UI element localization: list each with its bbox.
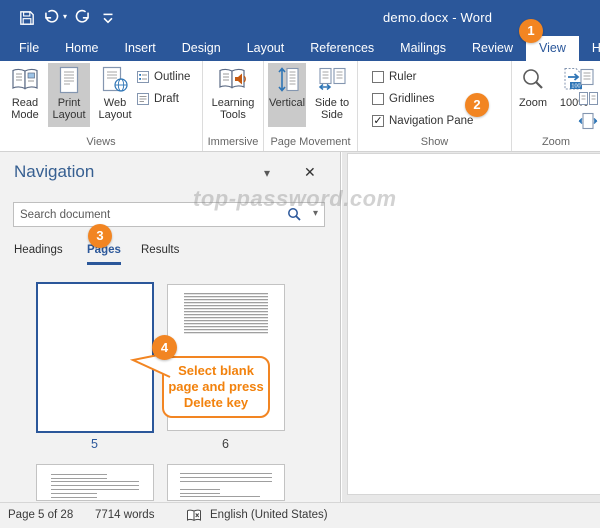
zoom-button[interactable]: Zoom: [514, 63, 552, 127]
search-options-caret-icon[interactable]: ▾: [313, 208, 318, 219]
read-mode-label: Read Mode: [4, 97, 46, 121]
tab-design[interactable]: Design: [169, 36, 234, 61]
page-6-number: 6: [167, 437, 284, 451]
web-layout-button[interactable]: Web Layout: [92, 63, 138, 127]
one-page-icon[interactable]: [578, 68, 598, 86]
navigation-pane-checkbox-box[interactable]: ✓: [372, 115, 384, 127]
print-layout-icon: [58, 63, 80, 97]
ribbon-group-zoom: Zoom 100 100%: [512, 61, 600, 151]
ribbon-group-views: Read Mode Print Layout: [0, 61, 203, 151]
navigation-pane-checkbox[interactable]: ✓ Navigation Pane: [372, 113, 473, 129]
search-icon[interactable]: [287, 207, 302, 222]
callout-step-1-badge: 1: [519, 19, 543, 43]
vertical-label: Vertical: [269, 97, 305, 109]
window-titlebar: ▾ demo.docx - Word: [0, 0, 600, 36]
ribbon-tab-bar: File Home Insert Design Layout Reference…: [0, 36, 600, 61]
views-group-label: Views: [0, 136, 202, 148]
navigation-pane-label: Navigation Pane: [389, 115, 473, 127]
tab-review[interactable]: Review: [459, 36, 526, 61]
read-mode-button[interactable]: Read Mode: [4, 63, 46, 127]
side-to-side-button[interactable]: Side to Side: [310, 63, 354, 127]
search-input[interactable]: [20, 205, 270, 224]
tab-layout[interactable]: Layout: [234, 36, 298, 61]
ruler-checkbox[interactable]: Ruler: [372, 69, 416, 85]
vertical-button[interactable]: Vertical: [268, 63, 306, 127]
vertical-icon: [274, 63, 300, 97]
tab-help[interactable]: Help: [579, 36, 600, 61]
side-to-side-icon: [317, 63, 347, 97]
page-6-content-lines: [184, 293, 268, 335]
navigation-pane: Navigation ▾ ✕ ▾ Headings Pages Results …: [0, 152, 341, 502]
show-group-label: Show: [358, 136, 511, 148]
page-info[interactable]: Page 5 of 28: [8, 503, 73, 528]
callout-step-4-badge: 4: [152, 335, 177, 360]
undo-dropdown-caret[interactable]: ▾: [63, 12, 67, 21]
word-count[interactable]: 7714 words: [95, 503, 154, 528]
ribbon-group-page-movement: Vertical Side to Side Page Movement: [264, 61, 358, 151]
outline-button[interactable]: Outline: [136, 68, 190, 85]
save-icon[interactable]: [18, 9, 36, 27]
tab-insert[interactable]: Insert: [112, 36, 169, 61]
print-layout-button[interactable]: Print Layout: [48, 63, 90, 127]
page-8-thumbnail[interactable]: [167, 464, 285, 501]
zoom-group-label: Zoom: [512, 136, 600, 148]
tab-file[interactable]: File: [6, 36, 52, 61]
page-7-thumbnail[interactable]: [36, 464, 154, 501]
zoom-icon: [520, 63, 546, 97]
outline-icon: [136, 70, 150, 84]
navigation-options-chevron-icon[interactable]: ▾: [264, 166, 270, 180]
gridlines-label: Gridlines: [389, 93, 434, 105]
redo-icon[interactable]: [74, 9, 92, 27]
customize-quick-access-icon[interactable]: [99, 11, 117, 29]
proofing-status-icon[interactable]: [186, 509, 202, 523]
page-width-icon[interactable]: [578, 112, 598, 130]
draft-button[interactable]: Draft: [136, 90, 179, 107]
tab-references[interactable]: References: [297, 36, 387, 61]
language-status[interactable]: English (United States): [210, 503, 328, 528]
callout-bubble: Select blank page and press Delete key: [162, 356, 270, 418]
page-movement-group-label: Page Movement: [264, 136, 357, 148]
word-window: ▾ demo.docx - Word File Home Insert Desi…: [0, 0, 600, 528]
document-area: [342, 152, 600, 502]
ribbon: Read Mode Print Layout: [0, 61, 600, 152]
navigation-pane-title: Navigation: [14, 162, 94, 182]
web-layout-label: Web Layout: [92, 97, 138, 121]
tab-mailings[interactable]: Mailings: [387, 36, 459, 61]
learning-tools-icon: [218, 63, 248, 97]
gridlines-checkbox[interactable]: Gridlines: [372, 91, 434, 107]
status-bar: Page 5 of 28 7714 words English (United …: [0, 502, 600, 528]
document-title: demo.docx - Word: [383, 10, 492, 25]
multiple-pages-icon[interactable]: [578, 90, 598, 108]
zoom-label: Zoom: [519, 97, 547, 109]
ruler-label: Ruler: [389, 71, 416, 83]
ruler-checkbox-box[interactable]: [372, 71, 384, 83]
side-to-side-label: Side to Side: [310, 97, 354, 121]
gridlines-checkbox-box[interactable]: [372, 93, 384, 105]
callout-step-2-badge: 2: [465, 93, 489, 117]
draft-label: Draft: [154, 93, 179, 105]
outline-label: Outline: [154, 71, 190, 83]
read-mode-icon: [10, 63, 40, 97]
undo-icon[interactable]: [42, 9, 60, 27]
learning-tools-label: Learning Tools: [206, 97, 260, 121]
tab-home[interactable]: Home: [52, 36, 111, 61]
callout-step-3-badge: 3: [88, 224, 112, 248]
learning-tools-button[interactable]: Learning Tools: [206, 63, 260, 127]
web-layout-icon: [101, 63, 129, 97]
immersive-group-label: Immersive: [203, 136, 263, 148]
tab-results[interactable]: Results: [141, 244, 179, 262]
document-page[interactable]: [347, 153, 600, 495]
navigation-close-icon[interactable]: ✕: [304, 164, 316, 181]
draft-icon: [136, 92, 150, 106]
tab-headings[interactable]: Headings: [14, 244, 63, 262]
ribbon-group-immersive: Learning Tools Immersive: [203, 61, 264, 151]
navigation-tabs: Headings Pages Results: [0, 240, 340, 268]
print-layout-label: Print Layout: [48, 97, 90, 121]
search-box: ▾: [13, 202, 325, 227]
page-5-number: 5: [36, 437, 153, 451]
